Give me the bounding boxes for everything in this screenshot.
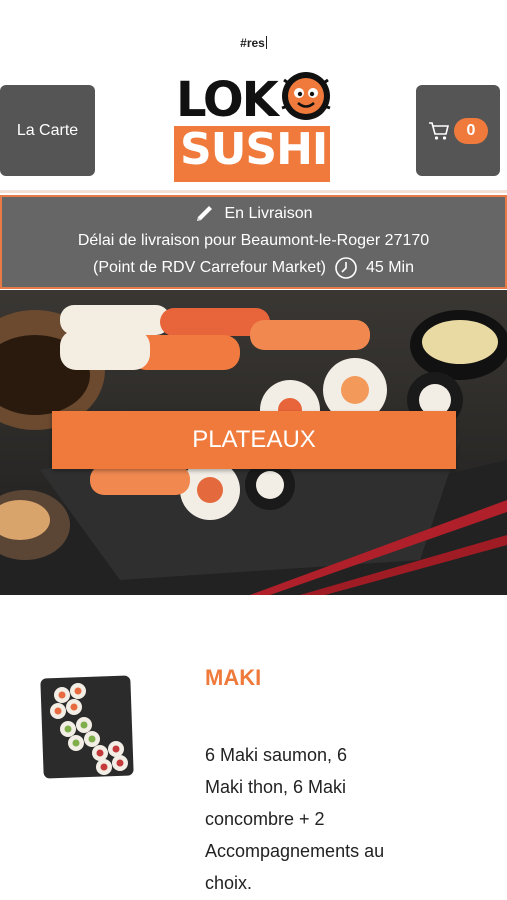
cart-icon [429, 121, 450, 140]
delivery-location: Délai de livraison pour Beaumont-le-Roge… [77, 232, 430, 249]
plateaux-hero-image[interactable]: PLATEAUX [0, 290, 507, 595]
logo-text-loko: LOK [176, 72, 279, 128]
product-title: MAKI [205, 665, 262, 690]
loko-sushi-logo[interactable]: LOK SUSHI [172, 68, 338, 186]
la-carte-label: La Carte [16, 121, 79, 139]
clock-icon [335, 256, 357, 279]
delivery-mode-row: En Livraison [2, 200, 505, 227]
header-divider [0, 190, 507, 193]
product-card-maki[interactable]: MAKI 6 Maki saumon, 6 Maki thon, 6 Maki … [0, 595, 507, 900]
pencil-icon [197, 205, 213, 221]
delivery-meeting-point: (Point de RDV Carrefour Market) [93, 259, 326, 276]
page-hash-text: #res [0, 36, 507, 50]
delivery-mode: En Livraison [224, 205, 313, 222]
plateaux-button[interactable]: PLATEAUX [52, 411, 456, 469]
product-description: 6 Maki saumon, 6 Maki thon, 6 Maki conco… [205, 745, 385, 893]
cart-button[interactable]: 0 [416, 85, 500, 176]
delivery-info-bar[interactable]: En Livraison Délai de livraison pour Bea… [0, 195, 507, 289]
hash-text: #res [240, 36, 265, 50]
delivery-time-row: (Point de RDV Carrefour Market) 45 Min [2, 254, 505, 281]
maki-product-image [38, 673, 136, 781]
plateaux-label: PLATEAUX [192, 426, 316, 453]
cart-count-badge: 0 [454, 117, 488, 144]
delivery-time: 45 Min [365, 259, 414, 276]
sushi-mascot-icon [281, 72, 331, 120]
logo-text-sushi: SUSHI [180, 124, 328, 175]
la-carte-button[interactable]: La Carte [0, 85, 95, 176]
